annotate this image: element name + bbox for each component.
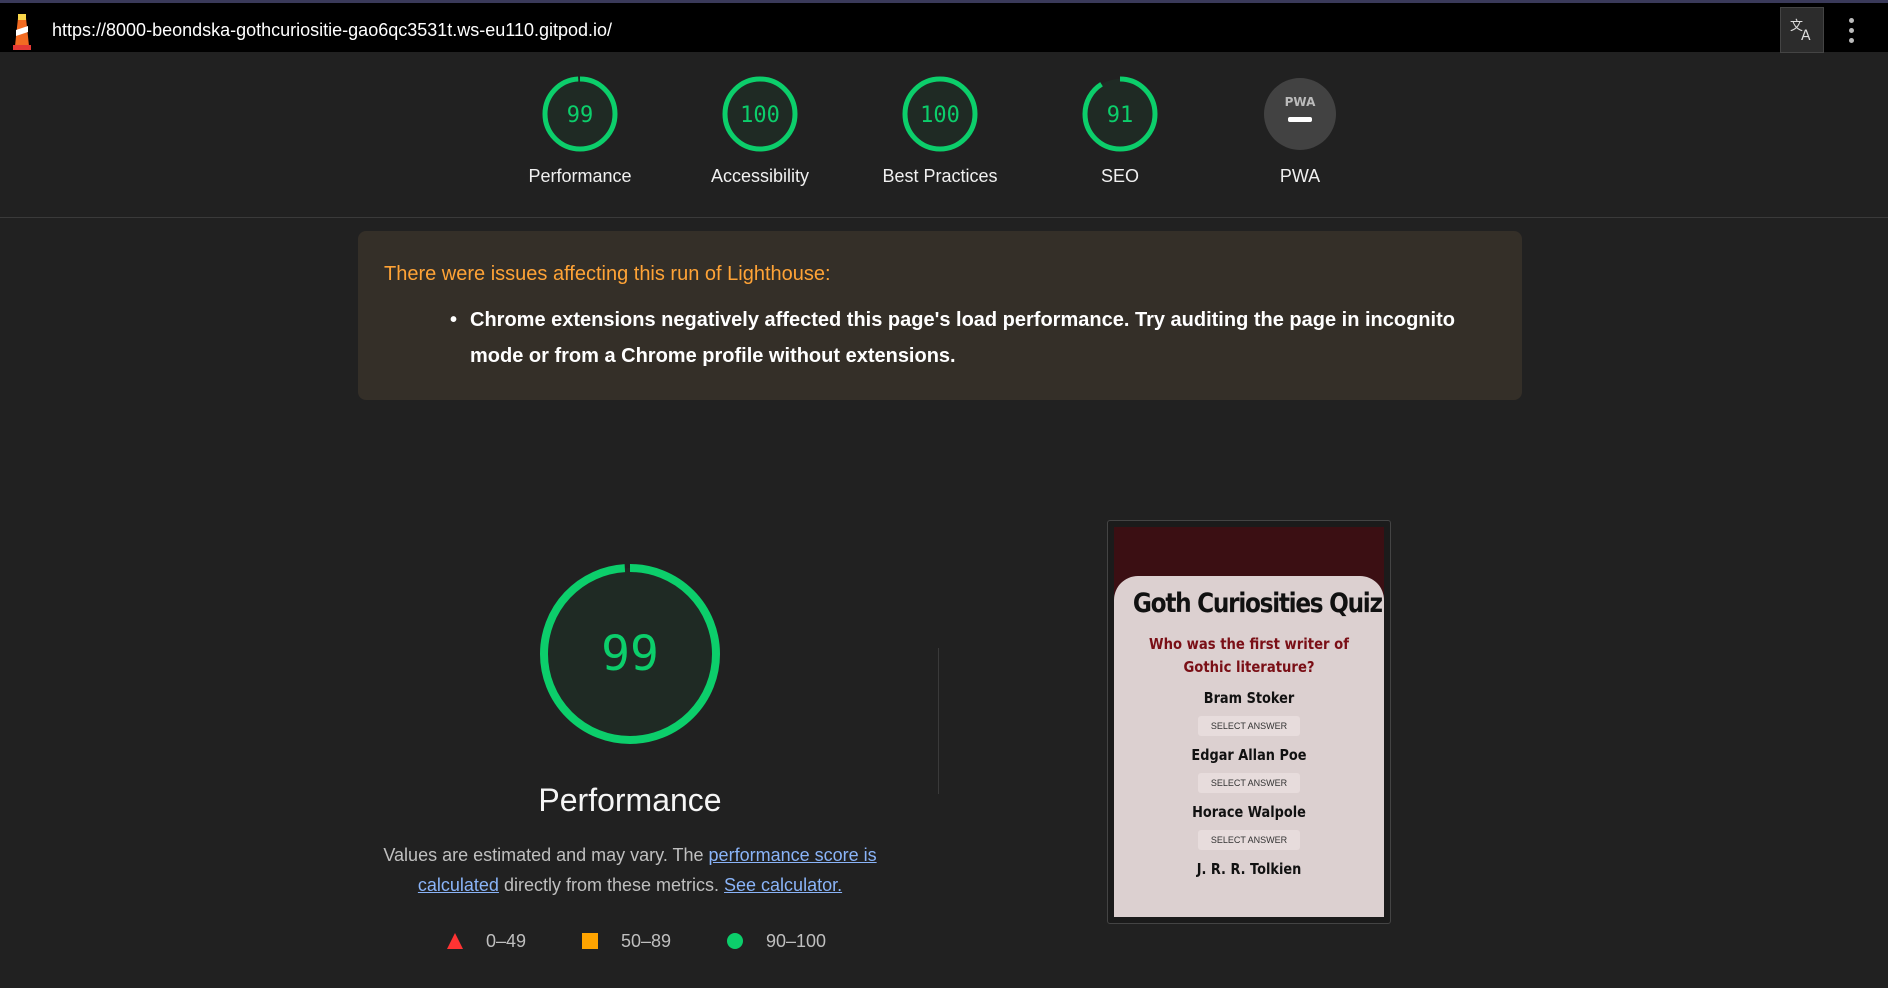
gauge-label: PWA (1279, 166, 1321, 186)
triangle-icon (447, 933, 463, 949)
gauge-label: Accessibility (710, 166, 810, 186)
gauge-best-practices-ring: 100 (902, 76, 978, 152)
quiz-answer: Horace Walpole (1192, 803, 1306, 821)
gauge-performance[interactable]: 99 Performance (505, 76, 655, 187)
gauge-score: 91 (1107, 103, 1134, 128)
legend-pass: 90–100 (726, 929, 826, 953)
translate-icon: 文 A (1790, 19, 1811, 43)
pwa-badge-icon: PWA (1264, 78, 1336, 150)
performance-score: 99 (601, 626, 659, 682)
gauge-label: Best Practices (882, 166, 998, 186)
gauge-score: 100 (920, 103, 960, 128)
performance-title: Performance (538, 782, 722, 818)
warning-list: Chrome extensions negatively affected th… (384, 302, 1496, 374)
gauge-pwa[interactable]: PWA PWA (1225, 76, 1375, 187)
legend-fail: 0–49 (446, 929, 526, 953)
quiz-title: Goth Curiosities Quiz (1132, 588, 1383, 619)
gauge-accessibility-ring: 100 (722, 76, 798, 152)
pwa-badge-text: PWA (1285, 95, 1316, 109)
gauge-label: SEO (1100, 166, 1139, 186)
legend-label: 0–49 (486, 930, 527, 951)
quiz-answer: Bram Stoker (1203, 689, 1295, 707)
quiz-answer: J. R. R. Tolkien (1196, 860, 1302, 878)
lighthouse-logo-icon (13, 14, 31, 50)
legend-label: 90–100 (766, 930, 827, 951)
select-answer-button: SELECT ANSWER (1197, 716, 1301, 736)
screenshot-page: Goth Curiosities Quiz Who was the first … (1114, 527, 1384, 917)
final-screenshot[interactable]: Goth Curiosities Quiz Who was the first … (1107, 520, 1391, 924)
runtime-warning-box: There were issues affecting this run of … (358, 231, 1522, 400)
more-options-icon[interactable] (1836, 11, 1866, 49)
desc-text: Values are estimated and may vary. The (383, 845, 709, 865)
warning-item: Chrome extensions negatively affected th… (384, 302, 1496, 374)
gauge-accessibility[interactable]: 100 Accessibility (685, 76, 835, 187)
score-summary: 99 Performance 100 Accessibility 100 Bes… (0, 52, 1888, 218)
gauge-score: 100 (740, 103, 780, 128)
gauge-performance-ring: 99 (542, 76, 618, 152)
gauge-label: Performance (528, 166, 632, 186)
quiz-answer: Edgar Allan Poe (1191, 746, 1307, 764)
circle-icon (727, 933, 743, 949)
desc-text-middle: directly from these metrics. (498, 875, 725, 895)
square-icon (582, 933, 598, 949)
legend-average: 50–89 (581, 929, 671, 953)
address-bar: https://8000-beondska-gothcuriositie-gao… (0, 0, 1888, 53)
page-url[interactable]: https://8000-beondska-gothcuriositie-gao… (52, 20, 612, 41)
gauge-seo-ring: 91 (1082, 76, 1158, 152)
legend-label: 50–89 (621, 930, 672, 951)
select-answer-button: SELECT ANSWER (1197, 830, 1301, 850)
quiz-card: Goth Curiosities Quiz Who was the first … (1114, 576, 1384, 917)
gauge-score: 99 (567, 103, 594, 128)
select-answer-button: SELECT ANSWER (1197, 773, 1301, 793)
svg-text:A: A (1801, 28, 1811, 43)
see-calculator-link[interactable]: See calculator. (724, 875, 842, 895)
divider (938, 648, 939, 794)
quiz-question: Who was the first writer of Gothic liter… (1149, 635, 1349, 676)
performance-gauge: 99 (540, 564, 720, 744)
gauge-seo[interactable]: 91 SEO (1045, 76, 1195, 187)
translate-button[interactable]: 文 A (1780, 7, 1824, 53)
warning-title: There were issues affecting this run of … (384, 263, 831, 285)
performance-description: Values are estimated and may vary. The p… (370, 840, 890, 900)
gauge-best-practices[interactable]: 100 Best Practices (865, 76, 1015, 187)
